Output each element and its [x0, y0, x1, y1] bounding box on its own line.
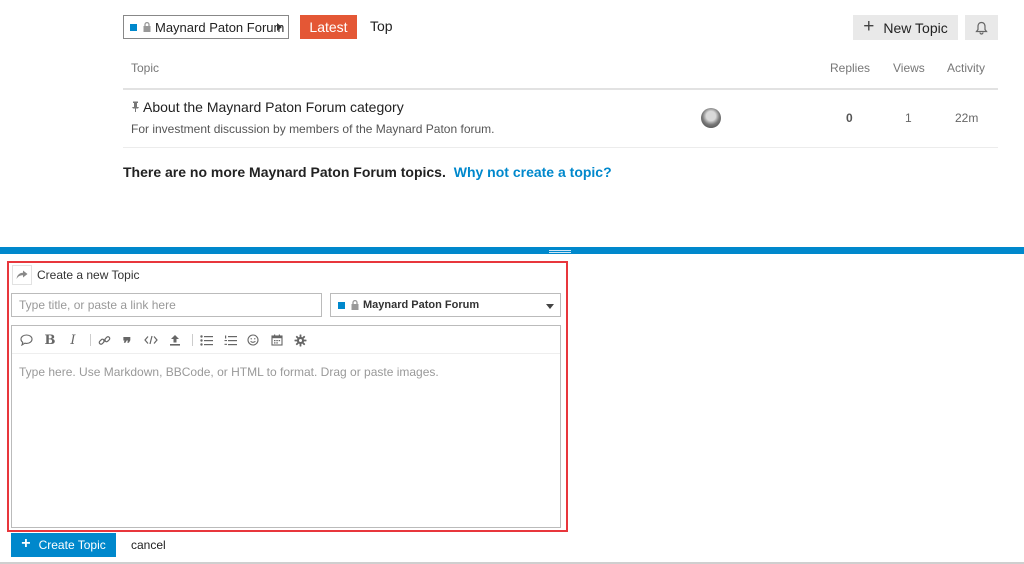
bullet-list-icon[interactable]: [198, 332, 214, 348]
category-chooser-label: Maynard Paton Forum: [363, 299, 480, 311]
composer-action-title: Create a new Topic: [37, 268, 140, 282]
new-topic-label: New Topic: [883, 19, 948, 36]
blockquote-icon[interactable]: ❞: [119, 332, 135, 353]
lock-icon: [143, 22, 151, 32]
new-topic-button[interactable]: + New Topic: [853, 15, 958, 40]
caret-right-icon: [277, 23, 282, 31]
calendar-icon[interactable]: [269, 332, 285, 348]
composer-action-button[interactable]: [12, 265, 32, 285]
category-dropdown-label: Maynard Paton Forum: [155, 19, 285, 35]
category-dropdown[interactable]: Maynard Paton Forum: [123, 15, 289, 39]
italic-icon[interactable]: I: [65, 332, 81, 348]
emoji-icon[interactable]: [245, 332, 261, 348]
lock-icon: [351, 300, 359, 310]
pin-icon: [132, 101, 139, 112]
create-topic-link[interactable]: Why not create a topic?: [454, 164, 612, 180]
editor: B I ❞: [11, 325, 561, 528]
topic-excerpt: For investment discussion by members of …: [131, 122, 495, 136]
column-header-views[interactable]: Views: [893, 61, 925, 75]
topic-title-input[interactable]: [11, 293, 322, 317]
column-header-activity[interactable]: Activity: [947, 61, 985, 75]
toolbar-divider: [192, 334, 193, 346]
column-header-replies[interactable]: Replies: [830, 61, 870, 75]
create-topic-button[interactable]: + Create Topic: [11, 533, 116, 557]
no-more-topics-text: There are no more Maynard Paton Forum to…: [123, 164, 446, 180]
code-icon[interactable]: [143, 332, 159, 348]
upload-icon[interactable]: [167, 332, 183, 348]
activity-time[interactable]: 22m: [955, 111, 978, 125]
composer-resize-bar[interactable]: [0, 247, 1024, 254]
category-color-square: [130, 23, 137, 31]
plus-icon: +: [863, 15, 875, 37]
gear-icon[interactable]: [292, 332, 308, 348]
link-icon[interactable]: [96, 332, 112, 348]
views-count: 1: [905, 111, 912, 125]
navigation-bar: Maynard Paton Forum Latest Top + New Top…: [123, 15, 998, 41]
numbered-list-icon[interactable]: [222, 332, 238, 348]
header-divider: [123, 88, 998, 90]
no-more-topics-message: There are no more Maynard Paton Forum to…: [123, 164, 612, 180]
column-header-topic: Topic: [131, 61, 160, 75]
grip-icon[interactable]: [549, 250, 571, 253]
chevron-down-icon: [546, 304, 554, 309]
editor-toolbar: B I ❞: [12, 326, 560, 354]
bold-icon[interactable]: B: [42, 332, 58, 348]
topic-title-link[interactable]: About the Maynard Paton Forum category: [143, 99, 404, 115]
bell-icon: [975, 21, 988, 35]
topic-body-input[interactable]: [12, 355, 560, 527]
tab-top[interactable]: Top: [370, 18, 393, 34]
row-divider: [123, 147, 998, 148]
category-chooser[interactable]: Maynard Paton Forum: [330, 293, 561, 317]
cancel-link[interactable]: cancel: [131, 538, 166, 552]
replies-count: 0: [846, 111, 853, 125]
quote-icon[interactable]: [18, 332, 34, 348]
toolbar-divider: [90, 334, 91, 346]
tab-latest[interactable]: Latest: [300, 15, 357, 39]
create-topic-label: Create Topic: [38, 538, 106, 552]
share-arrow-icon: [16, 270, 28, 279]
avatar[interactable]: [701, 108, 721, 128]
category-color-square: [338, 301, 345, 309]
plus-icon: +: [21, 535, 31, 552]
notifications-button[interactable]: [965, 15, 998, 40]
